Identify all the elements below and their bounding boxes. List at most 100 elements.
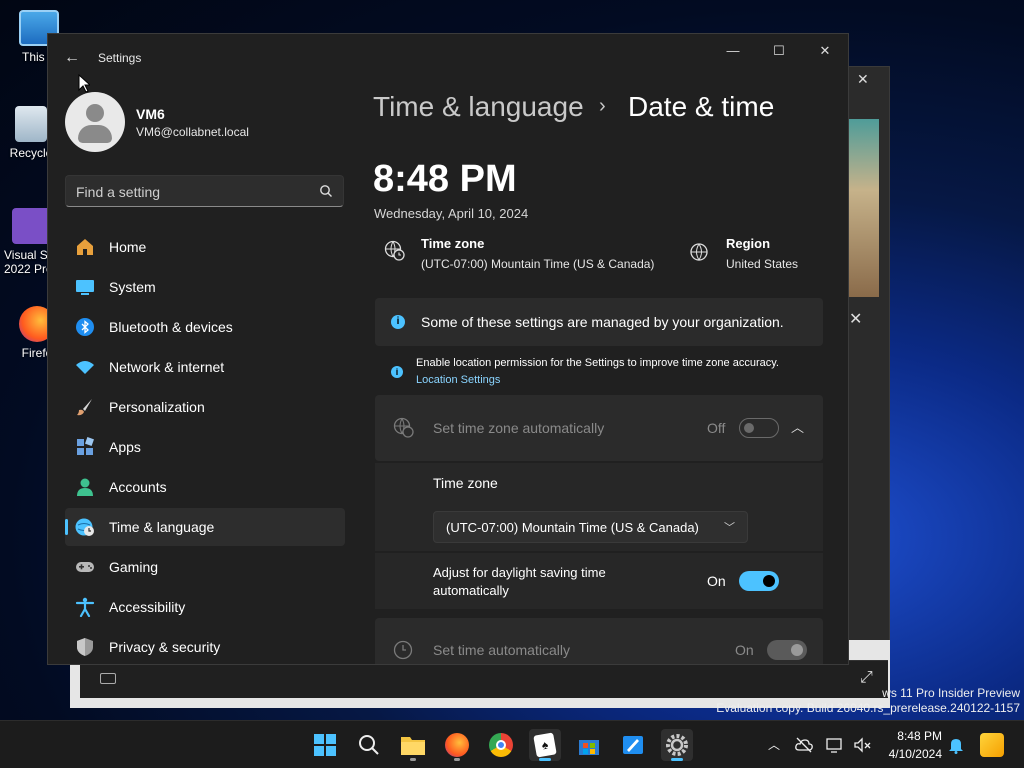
paint-icon	[623, 736, 643, 754]
sidebar-item-label: Network & internet	[109, 359, 225, 375]
visual-studio-icon	[12, 208, 52, 244]
dst-state: On	[707, 573, 726, 589]
user-email: VM6@collabnet.local	[136, 125, 249, 139]
sidebar-item-bluetooth[interactable]: Bluetooth & devices	[65, 308, 345, 346]
taskbar-solitaire[interactable]: ♠	[529, 729, 561, 761]
apps-icon	[77, 437, 94, 455]
avatar-head	[86, 104, 104, 122]
taskbar-chrome[interactable]	[485, 729, 517, 761]
search-box[interactable]	[65, 175, 344, 207]
maximize-button[interactable]: ☐	[764, 42, 794, 60]
background-close-icon-2[interactable]: ✕	[849, 309, 862, 329]
timezone-dropdown[interactable]: (UTC-07:00) Mountain Time (US & Canada) …	[433, 511, 748, 543]
taskbar-settings[interactable]	[661, 729, 693, 761]
dst-toggle[interactable]	[739, 571, 779, 591]
set-time-auto-row: Set time automatically On	[375, 618, 823, 664]
timezone-select-label: Time zone	[433, 475, 498, 491]
sidebar-item-apps[interactable]: Apps	[65, 428, 345, 466]
settings-icon	[666, 734, 688, 756]
sidebar-item-label: Personalization	[109, 399, 205, 415]
sidebar-item-label: Accounts	[109, 479, 167, 495]
search-input[interactable]	[76, 182, 306, 202]
taskbar-store[interactable]	[573, 729, 605, 761]
expand-icon[interactable]: ⤢	[860, 669, 873, 687]
toggle-knob	[763, 575, 775, 587]
managed-banner-text: Some of these settings are managed by yo…	[421, 314, 784, 330]
managed-banner: i Some of these settings are managed by …	[375, 298, 823, 346]
taskbar: ♠ ︿ 8:48 PM 4/10/2024	[0, 720, 1024, 768]
display-icon[interactable]	[825, 735, 845, 755]
user-name: VM6	[136, 106, 165, 122]
taskbar-search-button[interactable]	[353, 729, 385, 761]
set-timezone-auto-label: Set time zone automatically	[433, 420, 605, 436]
location-settings-link[interactable]: Location Settings	[416, 374, 500, 386]
location-notice: Enable location permission for the Setti…	[416, 357, 779, 369]
globe-clock-icon	[384, 240, 405, 261]
brush-icon	[77, 399, 92, 416]
notification-bell-icon[interactable]	[946, 735, 966, 755]
taskbar-clock-date[interactable]: 4/10/2024	[889, 747, 942, 761]
avatar[interactable]	[65, 92, 125, 152]
set-time-auto-label: Set time automatically	[433, 642, 570, 658]
mouse-cursor-icon	[78, 74, 90, 93]
sidebar-item-personalization[interactable]: Personalization	[65, 388, 345, 426]
timezone-value: (UTC-07:00) Mountain Time (US & Canada)	[421, 257, 655, 271]
region-value: United States	[726, 257, 799, 271]
sidebar-item-label: Bluetooth & devices	[109, 319, 233, 335]
keyboard-icon[interactable]	[100, 673, 116, 684]
sidebar-item-gaming[interactable]: Gaming	[65, 548, 345, 586]
timezone-dropdown-value: (UTC-07:00) Mountain Time (US & Canada)	[446, 520, 699, 535]
chevron-up-icon[interactable]: ︿	[791, 417, 804, 436]
settings-window: ← Settings — ☐ ✕ VM6 VM6@collabnet.local…	[47, 33, 849, 665]
store-icon	[579, 740, 599, 755]
chrome-icon-center	[496, 740, 506, 750]
sidebar-item-accounts[interactable]: Accounts	[65, 468, 345, 506]
firefox-icon	[445, 733, 469, 757]
back-arrow-icon[interactable]: ←	[62, 48, 82, 68]
sidebar-item-accessibility[interactable]: Accessibility	[65, 588, 345, 626]
sidebar-nav: Home System Bluetooth & devices Network …	[65, 228, 345, 664]
sidebar-item-system[interactable]: System	[65, 268, 345, 306]
sidebar-item-privacy-security[interactable]: Privacy & security	[65, 628, 345, 664]
search-icon	[359, 735, 379, 755]
close-button[interactable]: ✕	[810, 42, 840, 60]
background-toolbar: ⤢	[80, 660, 888, 698]
breadcrumb-parent[interactable]: Time & language	[373, 91, 584, 123]
taskbar-firefox[interactable]	[441, 729, 473, 761]
dst-label-line-2: automatically	[433, 583, 509, 598]
chevron-up-icon[interactable]: ︿	[764, 735, 784, 755]
set-timezone-auto-state: Off	[707, 420, 726, 436]
start-button[interactable]	[309, 729, 341, 761]
speaker-muted-icon[interactable]	[852, 735, 872, 755]
watermark-line-1: ws 11 Pro Insider Preview	[882, 686, 1020, 700]
shield-icon	[77, 638, 93, 656]
region-title: Region	[726, 236, 771, 251]
taskbar-clock-time[interactable]: 8:48 PM	[897, 729, 942, 743]
running-indicator	[454, 758, 460, 761]
copilot-preview-icon[interactable]	[980, 733, 1004, 757]
taskbar-paint[interactable]	[617, 729, 649, 761]
background-close-icon[interactable]: ✕	[857, 71, 869, 88]
accessibility-icon	[75, 597, 95, 617]
accounts-icon	[77, 478, 93, 496]
current-time: 8:48 PM	[373, 158, 517, 200]
set-time-auto-state: On	[735, 642, 754, 658]
chevron-down-icon: ﹀	[724, 522, 735, 534]
page-title: Date & time	[628, 91, 775, 122]
sidebar-item-network[interactable]: Network & internet	[65, 348, 345, 386]
set-timezone-auto-toggle[interactable]	[739, 418, 779, 438]
taskbar-file-explorer[interactable]	[397, 729, 429, 761]
cloud-offline-icon[interactable]	[794, 735, 814, 755]
sidebar-item-label: Time & language	[109, 519, 215, 535]
globe-clock-icon	[393, 417, 414, 438]
home-icon	[77, 239, 93, 255]
title-bar[interactable]: ← Settings — ☐ ✕	[48, 34, 848, 82]
sidebar-item-time-language[interactable]: Time & language	[65, 508, 345, 546]
minimize-button[interactable]: —	[718, 42, 748, 60]
breadcrumb-separator: ›	[599, 95, 606, 117]
watermark-line-2: Evaluation copy. Build 26040.rs_prerelea…	[716, 701, 1020, 715]
set-time-auto-toggle[interactable]	[767, 640, 807, 660]
sidebar-item-home[interactable]: Home	[65, 228, 345, 266]
set-timezone-auto-row: Set time zone automatically Off ︿	[375, 395, 823, 461]
dst-label-line-1: Adjust for daylight saving time	[433, 565, 606, 580]
